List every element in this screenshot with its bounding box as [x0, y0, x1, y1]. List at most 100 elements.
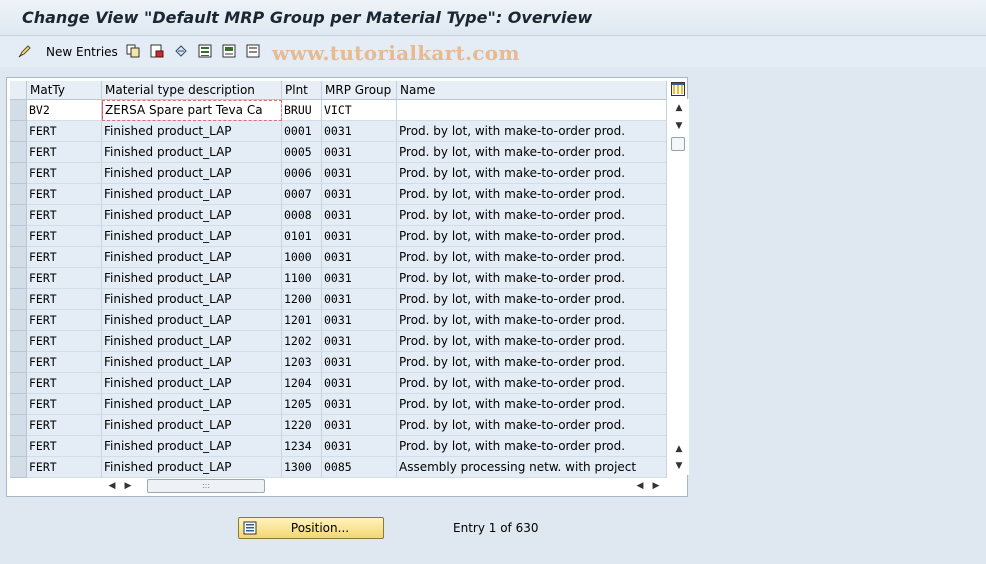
row-selector[interactable] — [10, 415, 27, 436]
cell-name[interactable]: Prod. by lot, with make-to-order prod. — [397, 289, 667, 310]
cell-matty[interactable]: FERT — [27, 289, 102, 310]
cell-mrp-group[interactable]: 0031 — [322, 226, 397, 247]
cell-description[interactable]: Finished product_LAP — [102, 184, 282, 205]
cell-name[interactable]: Prod. by lot, with make-to-order prod. — [397, 436, 667, 457]
scroll-up-bottom-icon[interactable]: ▲ — [673, 444, 685, 454]
column-header-plnt[interactable]: Plnt — [282, 81, 322, 100]
scroll-up-icon[interactable]: ▲ — [673, 103, 685, 113]
cell-name[interactable]: Prod. by lot, with make-to-order prod. — [397, 247, 667, 268]
cell-name[interactable]: Prod. by lot, with make-to-order prod. — [397, 226, 667, 247]
cell-mrp-group[interactable]: 0031 — [322, 394, 397, 415]
cell-plnt[interactable]: 1202 — [282, 331, 322, 352]
cell-name[interactable]: Prod. by lot, with make-to-order prod. — [397, 310, 667, 331]
position-button[interactable]: Position... — [238, 517, 384, 539]
column-header-matty[interactable]: MatTy — [27, 81, 102, 100]
select-all-cell[interactable] — [10, 81, 27, 100]
cell-plnt[interactable]: 1200 — [282, 289, 322, 310]
undo-icon[interactable] — [174, 44, 188, 58]
cell-plnt[interactable]: 0007 — [282, 184, 322, 205]
cell-mrp-group[interactable]: 0031 — [322, 205, 397, 226]
cell-plnt[interactable]: 1204 — [282, 373, 322, 394]
cell-description[interactable]: Finished product_LAP — [102, 142, 282, 163]
cell-mrp-group[interactable]: 0031 — [322, 142, 397, 163]
cell-name[interactable]: Prod. by lot, with make-to-order prod. — [397, 163, 667, 184]
scroll-left-end-icon[interactable]: ◀ — [635, 480, 645, 492]
cell-plnt[interactable]: BRUU — [282, 100, 322, 121]
cell-description[interactable]: Finished product_LAP — [102, 436, 282, 457]
cell-mrp-group[interactable]: 0031 — [322, 310, 397, 331]
cell-name[interactable]: Prod. by lot, with make-to-order prod. — [397, 184, 667, 205]
cell-name[interactable]: Prod. by lot, with make-to-order prod. — [397, 415, 667, 436]
edit-icon[interactable] — [18, 44, 32, 58]
cell-description[interactable]: Finished product_LAP — [102, 394, 282, 415]
cell-name[interactable] — [397, 100, 667, 121]
row-selector[interactable] — [10, 226, 27, 247]
cell-name[interactable]: Prod. by lot, with make-to-order prod. — [397, 394, 667, 415]
cell-plnt[interactable]: 1201 — [282, 310, 322, 331]
scroll-right-end-icon[interactable]: ▶ — [651, 480, 661, 492]
cell-plnt[interactable]: 1100 — [282, 268, 322, 289]
cell-description[interactable]: Finished product_LAP — [102, 352, 282, 373]
cell-plnt[interactable]: 0005 — [282, 142, 322, 163]
cell-name[interactable]: Prod. by lot, with make-to-order prod. — [397, 331, 667, 352]
cell-name[interactable]: Prod. by lot, with make-to-order prod. — [397, 142, 667, 163]
cell-matty[interactable]: FERT — [27, 184, 102, 205]
cell-name[interactable]: Prod. by lot, with make-to-order prod. — [397, 268, 667, 289]
cell-description[interactable]: Finished product_LAP — [102, 226, 282, 247]
cell-description[interactable]: Finished product_LAP — [102, 121, 282, 142]
scroll-right-icon[interactable]: ▶ — [123, 480, 133, 492]
cell-description[interactable]: Finished product_LAP — [102, 268, 282, 289]
cell-matty[interactable]: FERT — [27, 352, 102, 373]
cell-name[interactable]: Prod. by lot, with make-to-order prod. — [397, 352, 667, 373]
cell-mrp-group[interactable]: 0031 — [322, 289, 397, 310]
cell-matty[interactable]: FERT — [27, 457, 102, 478]
row-selector[interactable] — [10, 121, 27, 142]
cell-plnt[interactable]: 1234 — [282, 436, 322, 457]
row-selector[interactable] — [10, 373, 27, 394]
cell-plnt[interactable]: 0101 — [282, 226, 322, 247]
cell-mrp-group[interactable]: 0031 — [322, 352, 397, 373]
vertical-scrollbar[interactable]: ▲ ▼ ▲ ▼ — [669, 99, 689, 475]
cell-mrp-group[interactable]: 0031 — [322, 373, 397, 394]
row-selector[interactable] — [10, 100, 27, 121]
cell-plnt[interactable]: 1203 — [282, 352, 322, 373]
column-header-mrp-group[interactable]: MRP Group — [322, 81, 397, 100]
row-selector[interactable] — [10, 331, 27, 352]
cell-description[interactable]: Finished product_LAP — [102, 289, 282, 310]
cell-mrp-group[interactable]: 0031 — [322, 415, 397, 436]
cell-matty[interactable]: FERT — [27, 247, 102, 268]
cell-mrp-group[interactable]: 0031 — [322, 163, 397, 184]
cell-mrp-group[interactable]: 0031 — [322, 268, 397, 289]
delete-icon[interactable] — [150, 44, 164, 58]
cell-name[interactable]: Prod. by lot, with make-to-order prod. — [397, 373, 667, 394]
cell-mrp-group[interactable]: 0031 — [322, 331, 397, 352]
cell-matty[interactable]: FERT — [27, 163, 102, 184]
row-selector[interactable] — [10, 268, 27, 289]
scroll-down-icon[interactable]: ▼ — [673, 461, 685, 471]
cell-name[interactable]: Prod. by lot, with make-to-order prod. — [397, 121, 667, 142]
new-entries-button[interactable]: New Entries — [46, 45, 118, 59]
cell-matty[interactable]: FERT — [27, 121, 102, 142]
cell-name[interactable]: Prod. by lot, with make-to-order prod. — [397, 205, 667, 226]
row-selector[interactable] — [10, 457, 27, 478]
row-selector[interactable] — [10, 289, 27, 310]
cell-plnt[interactable]: 0006 — [282, 163, 322, 184]
cell-description[interactable]: ZERSA Spare part Teva Ca — [102, 100, 282, 121]
cell-description[interactable]: Finished product_LAP — [102, 310, 282, 331]
row-selector[interactable] — [10, 394, 27, 415]
cell-matty[interactable]: BV2 — [27, 100, 102, 121]
row-selector[interactable] — [10, 352, 27, 373]
cell-mrp-group[interactable]: 0031 — [322, 121, 397, 142]
cell-mrp-group[interactable]: 0031 — [322, 184, 397, 205]
cell-matty[interactable]: FERT — [27, 142, 102, 163]
cell-matty[interactable]: FERT — [27, 331, 102, 352]
cell-matty[interactable]: FERT — [27, 373, 102, 394]
cell-matty[interactable]: FERT — [27, 205, 102, 226]
cell-description[interactable]: Finished product_LAP — [102, 247, 282, 268]
cell-plnt[interactable]: 1220 — [282, 415, 322, 436]
cell-plnt[interactable]: 1205 — [282, 394, 322, 415]
cell-matty[interactable]: FERT — [27, 310, 102, 331]
scroll-thumb[interactable] — [671, 137, 685, 151]
scroll-left-icon[interactable]: ◀ — [107, 480, 117, 492]
cell-description[interactable]: Finished product_LAP — [102, 331, 282, 352]
